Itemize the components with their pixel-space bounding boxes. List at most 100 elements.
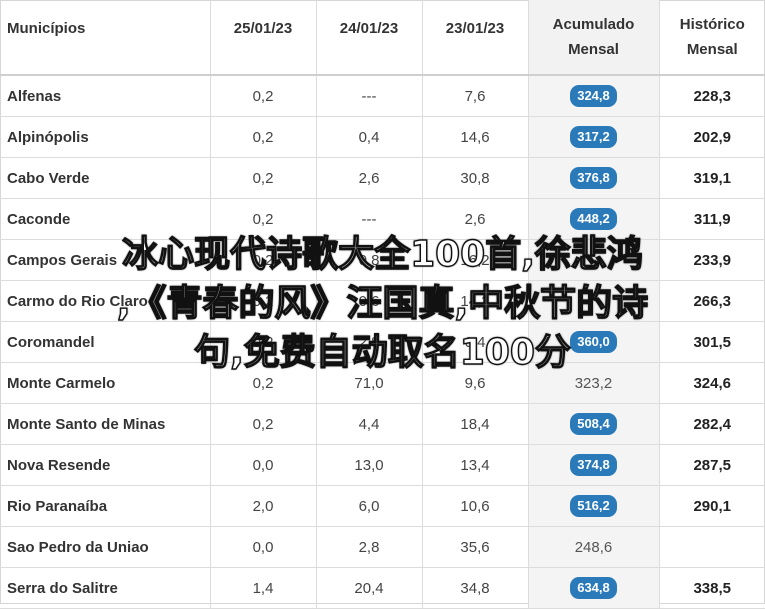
cell-historico: 202,9 <box>659 117 765 158</box>
cell-acumulado: 360,0 <box>528 322 659 363</box>
cell-date-2: 4,4 <box>316 404 422 445</box>
cell-date-1: 1,4 <box>210 568 316 609</box>
table-row: Cabo Verde0,22,630,8376,8319,1 <box>0 158 765 199</box>
acumulado-badge: 317,2 <box>570 126 617 148</box>
cell-historico: 324,6 <box>659 363 765 404</box>
cell-municipio: Coromandel <box>0 322 210 363</box>
table-row: Monte Santo de Minas0,24,418,4508,4282,4 <box>0 404 765 445</box>
table-row: Monte Carmelo0,271,09,6323,2324,6 <box>0 363 765 404</box>
header-date-1[interactable]: 25/01/23 <box>210 0 316 75</box>
cell-date-1: 0,0 <box>210 527 316 568</box>
cell-acumulado <box>528 240 659 281</box>
cell-acumulado: 248,6 <box>528 527 659 568</box>
acumulado-value: 323,2 <box>575 375 613 392</box>
cell-acumulado: 448,2 <box>528 199 659 240</box>
cell-municipio: Sao Pedro da Uniao <box>0 527 210 568</box>
cell-municipio: Nova Resende <box>0 445 210 486</box>
cell-municipio: Serra do Salitre <box>0 568 210 609</box>
table-row: Campos Gerais0,20,816,2 233,9 <box>0 240 765 281</box>
cell-acumulado: 324,8 <box>528 75 659 117</box>
cell-municipio: Alpinópolis <box>0 117 210 158</box>
header-municipios[interactable]: Municípios <box>0 0 210 75</box>
cell-historico: 301,5 <box>659 322 765 363</box>
table-row: Coromandel0,22,80,4 360,0 301,5 <box>0 322 765 363</box>
acumulado-value: 248,6 <box>575 539 613 556</box>
cell-historico: 290,1 <box>659 486 765 527</box>
header-historico[interactable]: Histórico Mensal <box>659 0 765 75</box>
acumulado-badge: 376,8 <box>570 167 617 189</box>
cell-date-3: 0,4 <box>422 322 528 363</box>
cell-date-3: 7,6 <box>422 75 528 117</box>
header-date-3[interactable]: 23/01/23 <box>422 0 528 75</box>
rainfall-table: Municípios 25/01/23 24/01/23 23/01/23 Ac… <box>0 0 765 609</box>
acumulado-badge: 448,2 <box>570 208 617 230</box>
acumulado-badge: 374,8 <box>570 454 617 476</box>
cell-acumulado: 634,8 <box>528 568 659 609</box>
cell-historico: 266,3 <box>659 281 765 322</box>
cell-date-1: 0,2 <box>210 117 316 158</box>
cell-date-2: 0,6 <box>316 281 422 322</box>
table-row: Sao Pedro da Uniao0,02,835,6 248,6 <box>0 527 765 568</box>
cell-date-2: 0,4 <box>316 117 422 158</box>
acumulado-badge: 516,2 <box>570 495 617 517</box>
cell-date-1: 0,2 <box>210 158 316 199</box>
cell-date-3: 16,2 <box>422 240 528 281</box>
cell-date-3: 14,2 <box>422 281 528 322</box>
cell-acumulado: 376,8 <box>528 158 659 199</box>
cell-acumulado: 323,2 <box>528 363 659 404</box>
acumulado-badge: 324,8 <box>570 85 617 107</box>
table-row: Nova Resende0,013,013,4 374,8 287,5 <box>0 445 765 486</box>
cell-date-2: 0,8 <box>316 240 422 281</box>
cell-date-1: 0,2 <box>210 199 316 240</box>
acumulado-badge: 360,0 <box>570 331 617 353</box>
cell-date-1: 0,2 <box>210 281 316 322</box>
cell-date-2: 2,8 <box>316 527 422 568</box>
cell-municipio: Rio Paranaíba <box>0 486 210 527</box>
cell-date-3: 14,6 <box>422 117 528 158</box>
cell-municipio: Monte Santo de Minas <box>0 404 210 445</box>
cell-municipio: Caconde <box>0 199 210 240</box>
cell-date-2: 2,8 <box>316 322 422 363</box>
cell-date-3: 30,8 <box>422 158 528 199</box>
cell-acumulado: 516,2 <box>528 486 659 527</box>
header-historico-line2: Mensal <box>660 37 765 62</box>
header-acumulado-line2: Mensal <box>529 37 659 62</box>
cell-historico: 287,5 <box>659 445 765 486</box>
cell-date-3: 13,4 <box>422 445 528 486</box>
cell-date-2: 20,4 <box>316 568 422 609</box>
cell-municipio: Carmo do Rio Claro <box>0 281 210 322</box>
cell-acumulado <box>528 281 659 322</box>
cell-municipio: Campos Gerais <box>0 240 210 281</box>
table-row: Alpinópolis0,20,414,6 317,2 202,9 <box>0 117 765 158</box>
cell-historico: 319,1 <box>659 158 765 199</box>
cell-date-3: 10,6 <box>422 486 528 527</box>
cell-date-3: 35,6 <box>422 527 528 568</box>
cell-municipio: Cabo Verde <box>0 158 210 199</box>
cell-historico: 282,4 <box>659 404 765 445</box>
cell-acumulado: 374,8 <box>528 445 659 486</box>
acumulado-badge: 508,4 <box>570 413 617 435</box>
header-acumulado-line1: Acumulado <box>529 12 659 37</box>
cell-date-1: 2,0 <box>210 486 316 527</box>
cell-date-3: 34,8 <box>422 568 528 609</box>
acumulado-badge: 634,8 <box>570 577 617 599</box>
table-header-row: Municípios 25/01/23 24/01/23 23/01/23 Ac… <box>0 0 765 75</box>
header-date-2[interactable]: 24/01/23 <box>316 0 422 75</box>
cell-date-2: --- <box>316 75 422 117</box>
cell-municipio: Monte Carmelo <box>0 363 210 404</box>
cell-date-1: 0,0 <box>210 445 316 486</box>
cell-date-1: 0,2 <box>210 322 316 363</box>
cell-historico: 228,3 <box>659 75 765 117</box>
header-acumulado[interactable]: Acumulado Mensal <box>528 0 659 75</box>
cell-date-1: 0,2 <box>210 75 316 117</box>
cell-date-1: 0,2 <box>210 240 316 281</box>
table-row: Carmo do Rio Claro0,20,614,2 266,3 <box>0 281 765 322</box>
cell-date-2: --- <box>316 199 422 240</box>
cell-acumulado: 317,2 <box>528 117 659 158</box>
cell-date-3: 2,6 <box>422 199 528 240</box>
table-row: Rio Paranaíba2,06,010,6516,2290,1 <box>0 486 765 527</box>
table-row: Serra do Salitre1,420,434,8634,8338,5 <box>0 568 765 609</box>
cell-date-2: 13,0 <box>316 445 422 486</box>
table-row: Caconde0,2---2,6448,2311,9 <box>0 199 765 240</box>
cell-historico: 233,9 <box>659 240 765 281</box>
